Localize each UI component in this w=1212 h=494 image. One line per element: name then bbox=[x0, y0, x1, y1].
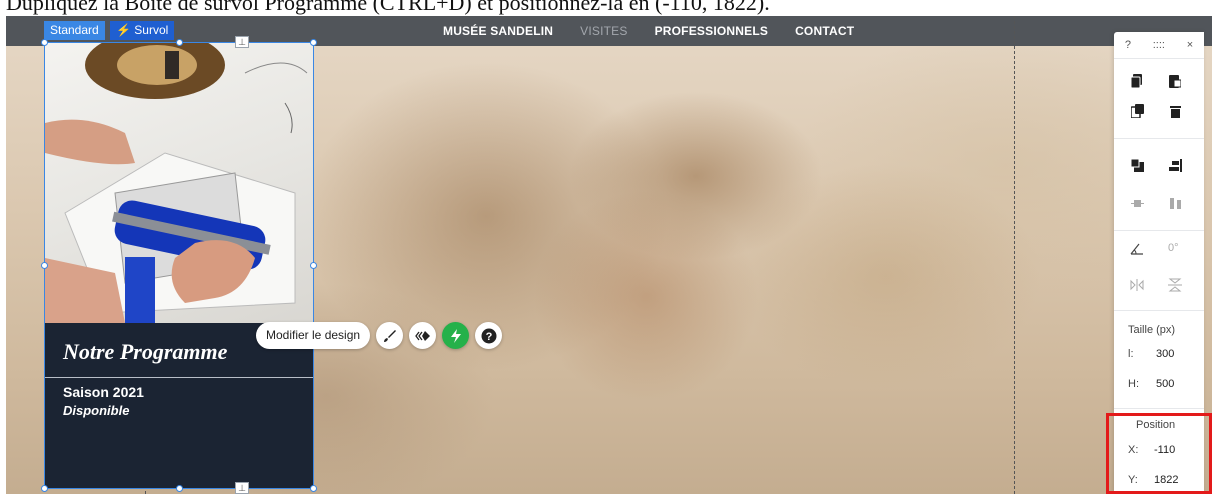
align-icon[interactable] bbox=[1166, 156, 1184, 174]
panel-close-icon[interactable]: × bbox=[1187, 39, 1193, 51]
hover-box-programme[interactable]: Notre Programme Saison 2021 Disponible bbox=[44, 42, 314, 489]
panel-header: ? :::: × bbox=[1114, 32, 1204, 58]
width-label: l: bbox=[1128, 348, 1134, 360]
lightning-icon: ⚡ bbox=[116, 23, 131, 37]
nav-item-professionnels[interactable]: PROFESSIONNELS bbox=[655, 24, 768, 38]
duplicate-icon[interactable] bbox=[1128, 102, 1146, 120]
card-title: Notre Programme bbox=[63, 339, 228, 364]
resize-handle-br[interactable] bbox=[310, 485, 317, 492]
panel-divider bbox=[1114, 408, 1204, 409]
panel-divider bbox=[1114, 310, 1204, 311]
resize-handle-tl[interactable] bbox=[41, 39, 48, 46]
rotate-icon[interactable] bbox=[1128, 240, 1146, 258]
copy-icon[interactable] bbox=[1128, 72, 1146, 90]
tab-hover[interactable]: ⚡ Survol bbox=[110, 21, 175, 40]
edit-design-button[interactable]: Modifier le design bbox=[256, 322, 371, 349]
panel-help-icon[interactable]: ? bbox=[1125, 39, 1131, 51]
tab-standard[interactable]: Standard bbox=[44, 21, 105, 40]
panel-divider bbox=[1114, 138, 1204, 139]
card-status: Disponible bbox=[63, 403, 130, 418]
paste-icon[interactable] bbox=[1166, 72, 1184, 90]
flip-vertical-icon[interactable] bbox=[1166, 276, 1184, 294]
distribute-icon[interactable] bbox=[1128, 194, 1146, 212]
resize-handle-bl[interactable] bbox=[41, 485, 48, 492]
resize-handle-t[interactable] bbox=[176, 39, 183, 46]
panel-divider bbox=[1114, 58, 1204, 59]
flip-horizontal-icon[interactable] bbox=[1128, 276, 1146, 294]
delete-icon[interactable] bbox=[1166, 102, 1184, 120]
printmaking-photo bbox=[45, 43, 308, 323]
height-input[interactable]: 500 bbox=[1156, 378, 1174, 390]
interaction-icon[interactable] bbox=[442, 322, 470, 349]
svg-text:?: ? bbox=[485, 331, 492, 343]
grid-guide-right bbox=[1014, 16, 1015, 494]
card-season: Saison 2021 bbox=[63, 384, 144, 400]
floating-toolbar: Modifier le design ? bbox=[256, 322, 503, 349]
rotation-value[interactable]: 0° bbox=[1168, 242, 1179, 254]
position-highlight-box bbox=[1106, 413, 1212, 494]
resize-handle-tr[interactable] bbox=[310, 39, 317, 46]
resize-handle-b[interactable] bbox=[176, 485, 183, 492]
instruction-text: Dupliquez la Boîte de survol Programme (… bbox=[6, 0, 770, 15]
resize-handle-r[interactable] bbox=[310, 262, 317, 269]
resize-handle-l[interactable] bbox=[41, 262, 48, 269]
nav-item-contact[interactable]: CONTACT bbox=[795, 24, 854, 38]
help-icon[interactable]: ? bbox=[475, 322, 503, 349]
brush-icon[interactable] bbox=[376, 322, 404, 349]
card-photo bbox=[45, 43, 313, 323]
anchor-bottom-icon[interactable]: ⊥ bbox=[235, 482, 249, 494]
site-nav: MUSÉE SANDELIN VISITES PROFESSIONNELS CO… bbox=[443, 16, 854, 46]
width-input[interactable]: 300 bbox=[1156, 348, 1174, 360]
nav-item-musee[interactable]: MUSÉE SANDELIN bbox=[443, 24, 553, 38]
match-size-icon[interactable] bbox=[1166, 194, 1184, 212]
animation-icon[interactable] bbox=[409, 322, 437, 349]
editor-canvas[interactable]: MUSÉE SANDELIN VISITES PROFESSIONNELS CO… bbox=[6, 16, 1212, 494]
height-label: H: bbox=[1128, 378, 1139, 390]
bring-forward-icon[interactable] bbox=[1128, 156, 1146, 174]
anchor-top-icon[interactable]: ⊥ bbox=[235, 36, 249, 48]
panel-divider bbox=[1114, 230, 1204, 231]
card-divider bbox=[45, 377, 313, 378]
panel-drag-icon[interactable]: :::: bbox=[1153, 39, 1165, 51]
size-label: Taille (px) bbox=[1128, 324, 1176, 336]
nav-item-visites[interactable]: VISITES bbox=[580, 24, 627, 38]
